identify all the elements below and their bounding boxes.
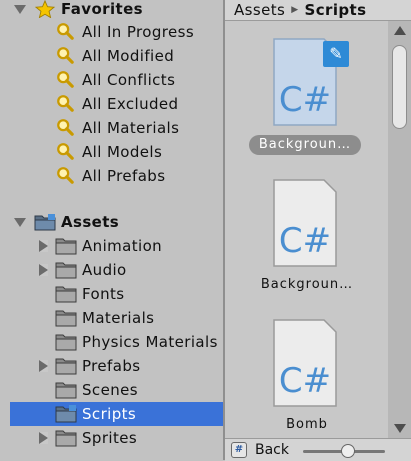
- folder-item-animation[interactable]: Animation: [0, 234, 223, 258]
- search-icon: [57, 95, 74, 112]
- folder-label: Physics Materials: [82, 333, 218, 351]
- folder-icon: [55, 358, 77, 375]
- search-icon: [57, 167, 74, 184]
- favorites-label: Favorites: [61, 0, 143, 18]
- folder-label: Audio: [82, 261, 127, 279]
- favorite-item-label: All Models: [82, 143, 163, 161]
- folder-item-physics-materials[interactable]: Physics Materials: [0, 330, 223, 354]
- favorite-item-label: All In Progress: [82, 23, 195, 41]
- breadcrumb: Assets ▶ Scripts: [225, 0, 411, 21]
- favorite-item[interactable]: All Prefabs: [0, 164, 223, 188]
- breadcrumb-root[interactable]: Assets: [234, 1, 285, 19]
- asset-name[interactable]: Backgroun…: [249, 135, 361, 155]
- folder-label: Scripts: [82, 405, 137, 423]
- scroll-down-arrow-icon[interactable]: [394, 424, 406, 433]
- expand-arrow-icon[interactable]: [39, 360, 48, 372]
- favorite-item-label: All Materials: [82, 119, 180, 137]
- search-icon: [57, 47, 74, 64]
- asset-item[interactable]: C# Bomb: [225, 301, 387, 438]
- favorite-item[interactable]: All Models: [0, 140, 223, 164]
- expand-arrow-icon[interactable]: [39, 264, 48, 276]
- footer-bar: # Back: [225, 438, 411, 461]
- folder-item-sprites[interactable]: Sprites: [0, 426, 223, 450]
- favorite-item-label: All Conflicts: [82, 71, 176, 89]
- script-type-icon: #: [231, 442, 247, 458]
- favorite-item[interactable]: All Materials: [0, 116, 223, 140]
- folder-label: Prefabs: [82, 357, 141, 375]
- breadcrumb-separator-icon: ▶: [291, 5, 299, 15]
- favorite-item[interactable]: All Modified: [0, 44, 223, 68]
- project-tree: Favorites All In Progress All Modified A…: [0, 0, 223, 460]
- expand-arrow-icon[interactable]: [39, 240, 48, 252]
- search-icon: [57, 23, 74, 40]
- asset-name[interactable]: Backgroun…: [245, 275, 369, 295]
- folder-icon: [55, 405, 77, 423]
- expand-arrow-icon[interactable]: [39, 432, 48, 444]
- scroll-thumb[interactable]: [392, 45, 407, 129]
- search-icon: [57, 71, 74, 88]
- asset-item[interactable]: C# Backgroun…: [225, 161, 387, 301]
- favorite-item-label: All Excluded: [82, 95, 179, 113]
- search-icon: [57, 143, 74, 160]
- scroll-up-arrow-icon[interactable]: [394, 26, 406, 35]
- asset-name[interactable]: Bomb: [245, 415, 369, 435]
- folder-item-prefabs[interactable]: Prefabs: [0, 354, 223, 378]
- star-icon: [34, 0, 56, 18]
- favorite-item-label: All Modified: [82, 47, 175, 65]
- favorites-header[interactable]: Favorites: [0, 0, 223, 21]
- folder-label: Scenes: [82, 381, 138, 399]
- folder-label: Fonts: [82, 285, 125, 303]
- folder-icon: [55, 310, 77, 327]
- asset-grid: C# ✎ Backgroun… C# Backgroun… C# Bomb: [225, 21, 387, 438]
- folder-icon: [55, 238, 77, 255]
- asset-browser: Assets ▶ Scripts C# ✎ Backgroun… C# Back…: [225, 0, 411, 461]
- folder-item-fonts[interactable]: Fonts: [0, 282, 223, 306]
- folder-item-scripts[interactable]: Scripts: [10, 402, 223, 426]
- asset-item[interactable]: C# ✎ Backgroun…: [225, 21, 387, 161]
- favorite-item[interactable]: All Conflicts: [0, 68, 223, 92]
- favorite-item[interactable]: All In Progress: [0, 20, 223, 44]
- folder-icon: [55, 262, 77, 279]
- folder-label: Animation: [82, 237, 163, 255]
- search-icon: [57, 119, 74, 136]
- svg-text:C#: C#: [279, 221, 331, 261]
- folder-item-scenes[interactable]: Scenes: [0, 378, 223, 402]
- assets-header[interactable]: Assets: [0, 210, 223, 234]
- expand-arrow-icon[interactable]: [14, 5, 26, 14]
- vertical-scrollbar[interactable]: [388, 21, 411, 438]
- folder-icon: [55, 382, 77, 399]
- favorite-item[interactable]: All Excluded: [0, 92, 223, 116]
- assets-label: Assets: [61, 213, 120, 231]
- folder-item-audio[interactable]: Audio: [0, 258, 223, 282]
- svg-text:C#: C#: [279, 361, 331, 401]
- svg-text:C#: C#: [279, 80, 331, 120]
- csharp-script-icon: C#: [273, 319, 337, 407]
- csharp-script-icon: C#: [273, 179, 337, 267]
- breadcrumb-current[interactable]: Scripts: [305, 1, 367, 19]
- folder-icon: [55, 430, 77, 447]
- folder-label: Sprites: [82, 429, 138, 447]
- folder-icon: [34, 214, 56, 231]
- folder-icon: [55, 334, 77, 351]
- edit-pencil-icon[interactable]: ✎: [323, 41, 349, 67]
- zoom-slider-handle[interactable]: [341, 444, 355, 458]
- folder-icon: [55, 286, 77, 303]
- footer-label: Back: [255, 442, 289, 458]
- folder-item-materials[interactable]: Materials: [0, 306, 223, 330]
- favorite-item-label: All Prefabs: [82, 167, 166, 185]
- expand-arrow-icon[interactable]: [14, 218, 26, 227]
- folder-label: Materials: [82, 309, 155, 327]
